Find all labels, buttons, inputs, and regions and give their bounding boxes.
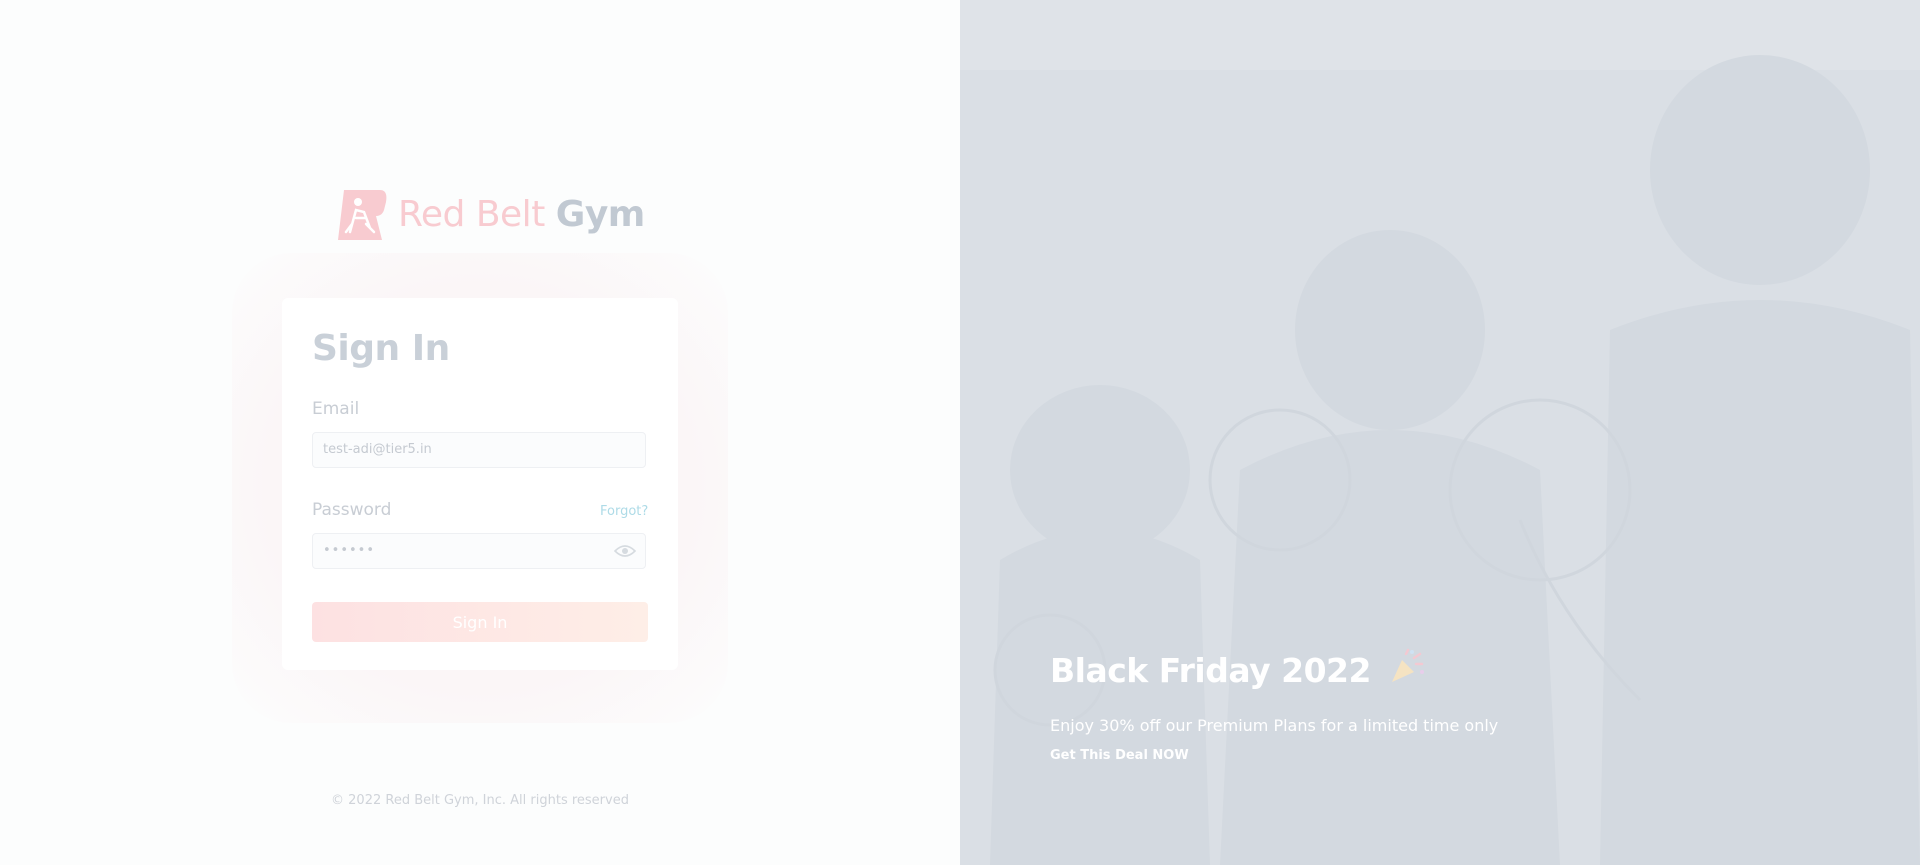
email-label: Email bbox=[312, 399, 360, 419]
signin-button[interactable]: Sign In bbox=[312, 602, 648, 642]
promo-title: Black Friday 2022 bbox=[1050, 648, 1426, 690]
promo-subtitle: Enjoy 30% off our Premium Plans for a li… bbox=[1050, 716, 1499, 735]
promo-panel: Black Friday 2022 Enjoy 30% off our Prem… bbox=[960, 0, 1920, 865]
signin-page: Red Belt Gym Sign In Email test-adi@tier… bbox=[0, 0, 1920, 865]
password-label: Password bbox=[312, 500, 392, 520]
promo-background-image bbox=[960, 0, 1920, 865]
brand-name-part2: Gym bbox=[555, 194, 646, 235]
eye-icon[interactable] bbox=[614, 544, 636, 558]
brand-name-part1: Red Belt bbox=[398, 194, 545, 235]
party-popper-icon bbox=[1391, 648, 1424, 682]
martial-artist-icon bbox=[338, 190, 387, 240]
password-field[interactable]: •••••• bbox=[312, 533, 646, 569]
brand-logo[interactable]: Red Belt Gym bbox=[336, 188, 645, 242]
copyright-text: © 2022 Red Belt Gym, Inc. All rights res… bbox=[331, 793, 629, 808]
email-field[interactable]: test-adi@tier5.in bbox=[312, 432, 646, 468]
promo-title-text: Black Friday 2022 bbox=[1050, 651, 1371, 690]
signin-panel: Red Belt Gym Sign In Email test-adi@tier… bbox=[0, 0, 960, 865]
promo-cta-link[interactable]: Get This Deal NOW bbox=[1050, 748, 1189, 763]
forgot-password-link[interactable]: Forgot? bbox=[600, 504, 648, 519]
page-title: Sign In bbox=[312, 328, 450, 369]
signin-card: Sign In Email test-adi@tier5.in Password… bbox=[282, 298, 678, 670]
